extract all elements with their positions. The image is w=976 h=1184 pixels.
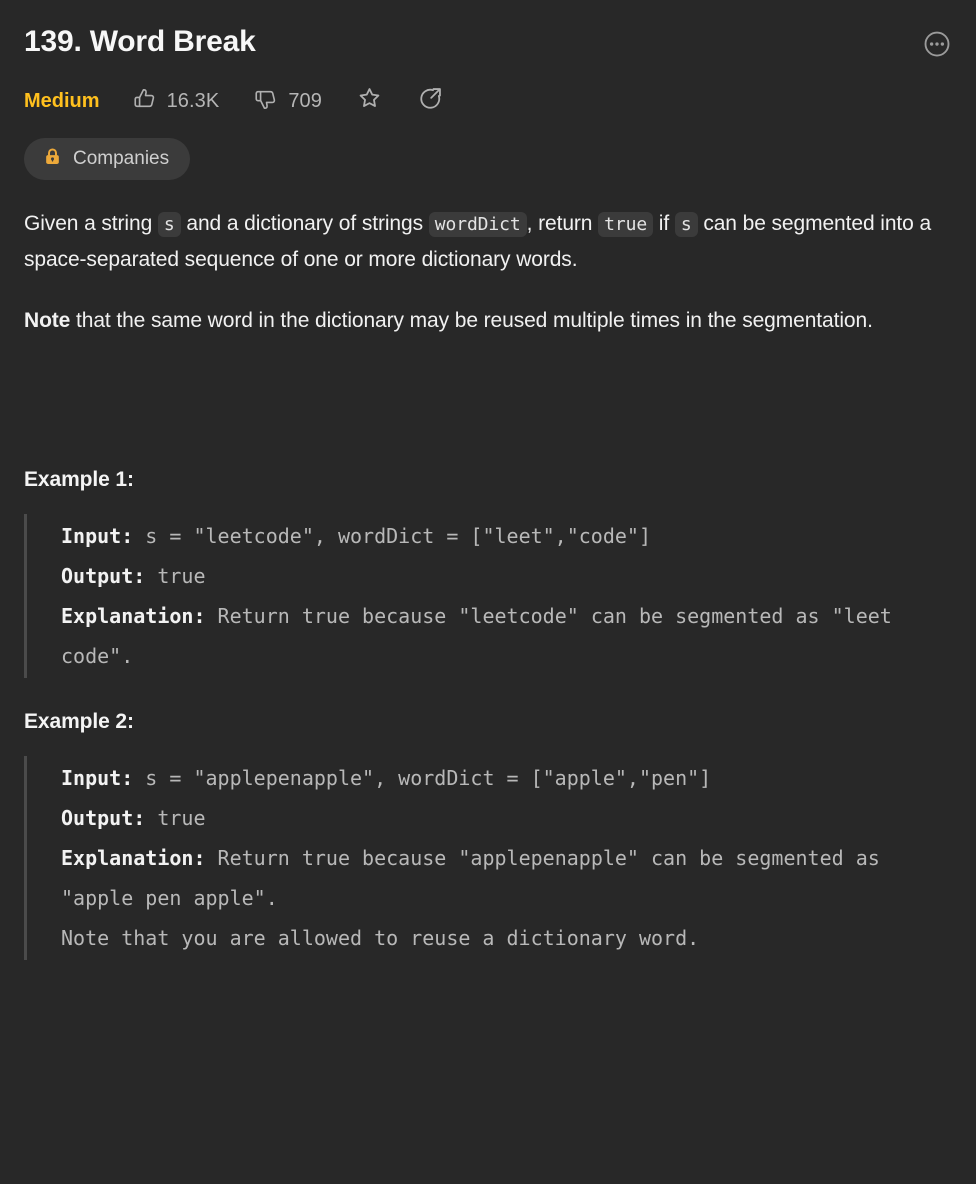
problem-content: Given a string s and a dictionary of str… <box>24 206 952 960</box>
example-1-input-line: Input: s = "leetcode", wordDict = ["leet… <box>61 516 952 556</box>
input-label: Input: <box>61 766 134 790</box>
note-label: Note <box>24 309 71 332</box>
example-2-input-line: Input: s = "applepenapple", wordDict = [… <box>61 758 952 798</box>
desc-text-3: , return <box>526 212 599 235</box>
thumbs-up-icon <box>132 86 158 117</box>
example-2-heading: Example 2: <box>24 710 134 733</box>
desc-text-1: Given a string <box>24 212 158 235</box>
output-label: Output: <box>61 806 146 830</box>
explanation-label: Explanation: <box>61 846 206 870</box>
example-1-heading: Example 1: <box>24 468 134 491</box>
example-2-output-line: Output: true <box>61 798 952 838</box>
example-2-block: Input: s = "applepenapple", wordDict = [… <box>24 756 952 960</box>
inline-code-s-1: s <box>157 212 181 237</box>
difficulty-badge[interactable]: Medium <box>24 90 100 113</box>
inline-code-true: true <box>598 212 654 237</box>
output-value: true <box>145 564 206 588</box>
tag-row: Companies <box>24 138 952 180</box>
desc-text-2: and a dictionary of strings <box>180 212 429 235</box>
problem-description-panel: 139. Word Break Medium 16.3K 709 Compani… <box>0 0 976 1184</box>
inline-code-s-2: s <box>674 212 698 237</box>
companies-label: Companies <box>73 148 170 169</box>
output-label: Output: <box>61 564 146 588</box>
problem-header: 139. Word Break <box>24 22 952 62</box>
description-paragraph-1: Given a string s and a dictionary of str… <box>24 206 952 277</box>
share-icon <box>417 85 444 117</box>
note-text: that the same word in the dictionary may… <box>70 309 873 332</box>
example-1-block: Input: s = "leetcode", wordDict = ["leet… <box>24 514 952 678</box>
explanation-label: Explanation: <box>61 604 206 628</box>
favorite-button[interactable] <box>356 85 383 117</box>
desc-text-4: if <box>653 212 675 235</box>
thumbs-down-icon <box>253 86 279 117</box>
inline-code-worddict: wordDict <box>428 212 527 237</box>
input-label: Input: <box>61 524 134 548</box>
ellipsis-circle-icon <box>922 29 952 64</box>
lock-icon <box>43 147 62 171</box>
example-1-output-line: Output: true <box>61 556 952 596</box>
example-2-explanation-line: Explanation: Return true because "applep… <box>61 838 952 958</box>
page-title: 139. Word Break <box>24 25 256 58</box>
more-options-button[interactable] <box>922 31 952 61</box>
input-value: s = "leetcode", wordDict = ["leet","code… <box>133 524 652 548</box>
dislike-button[interactable]: 709 <box>253 86 322 117</box>
example-1-explanation-line: Explanation: Return true because "leetco… <box>61 596 952 676</box>
like-count: 16.3K <box>166 89 220 112</box>
companies-badge[interactable]: Companies <box>24 138 191 180</box>
output-value: true <box>145 806 206 830</box>
like-button[interactable]: 16.3K <box>132 86 220 117</box>
input-value: s = "applepenapple", wordDict = ["apple"… <box>133 766 712 790</box>
share-button[interactable] <box>417 85 444 117</box>
star-icon <box>356 85 383 117</box>
problem-meta-row: Medium 16.3K 709 <box>24 84 952 118</box>
description-paragraph-2: Note that the same word in the dictionar… <box>24 303 952 338</box>
dislike-count: 709 <box>288 89 322 112</box>
